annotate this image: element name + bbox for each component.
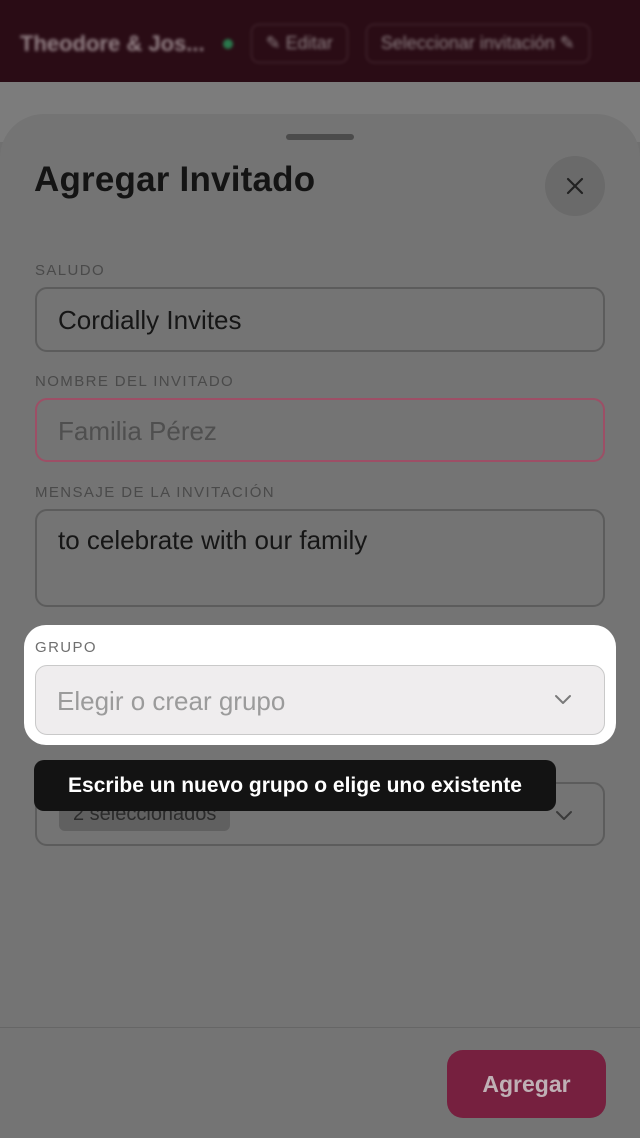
edit-button: ✎ Editar	[250, 24, 348, 63]
sheet-grabber[interactable]	[286, 134, 354, 140]
message-label: MENSAJE DE LA INVITACIÓN	[35, 484, 276, 501]
salutation-value: Cordially Invites	[58, 305, 242, 335]
add-guest-label: Agregar	[482, 1070, 571, 1097]
select-invitation-button: Seleccionar invitación ✎	[365, 24, 590, 63]
close-icon	[566, 177, 584, 195]
group-label: GRUPO	[35, 639, 98, 656]
add-guest-button[interactable]: Agregar	[447, 1050, 606, 1118]
footer-divider	[0, 1027, 640, 1028]
close-button[interactable]	[545, 156, 605, 216]
group-select[interactable]: Elegir o crear grupo	[35, 665, 605, 735]
app-header: Theodore & Jos... ✎ Editar Seleccionar i…	[0, 0, 640, 82]
sheet-title: Agregar Invitado	[34, 160, 316, 199]
salutation-input[interactable]: Cordially Invites	[35, 287, 605, 352]
guest-name-placeholder: Familia Pérez	[58, 416, 217, 446]
group-field-spotlight: GRUPO Elegir o crear grupo	[24, 625, 616, 745]
salutation-label: SALUDO	[35, 262, 106, 279]
status-dot	[222, 38, 233, 49]
tooltip-text: Escribe un nuevo grupo o elige uno exist…	[68, 773, 522, 797]
app-title: Theodore & Jos...	[20, 30, 205, 56]
onboarding-tooltip: Escribe un nuevo grupo o elige uno exist…	[34, 760, 556, 811]
chevron-down-icon	[555, 695, 571, 704]
guest-name-label: NOMBRE DEL INVITADO	[35, 373, 235, 390]
guest-name-input[interactable]: Familia Pérez	[35, 398, 605, 462]
message-textarea[interactable]: to celebrate with our family	[35, 509, 605, 607]
group-placeholder: Elegir o crear grupo	[57, 686, 286, 716]
chevron-down-icon	[556, 811, 572, 820]
message-value: to celebrate with our family	[58, 525, 368, 555]
